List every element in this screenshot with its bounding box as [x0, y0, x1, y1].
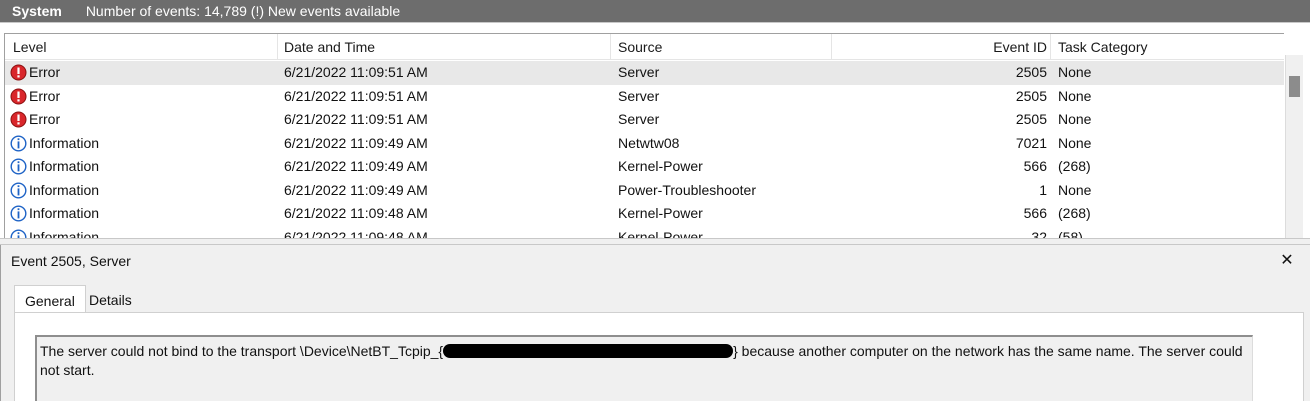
- column-header-event-id[interactable]: Event ID: [835, 34, 1047, 60]
- cell-task-category: None: [1058, 87, 1092, 104]
- event-row[interactable]: Error 6/21/2022 11:09:51 AM Server 2505 None: [5, 85, 1284, 109]
- event-row[interactable]: Information 6/21/2022 11:09:49 AM Kernel-P…: [5, 155, 1284, 179]
- general-tab-panel: The server could not bind to the transpo…: [14, 312, 1304, 401]
- event-row[interactable]: Error 6/21/2022 11:09:51 AM Server 2505 None: [5, 108, 1284, 132]
- cell-datetime: 6/21/2022 11:09:51 AM: [284, 87, 428, 104]
- cell-level: Information: [5, 132, 277, 156]
- log-name: System: [12, 3, 62, 19]
- cell-level: Information: [5, 155, 277, 179]
- log-titlebar: System Number of events: 14,789 (!) New …: [0, 0, 1310, 22]
- information-icon: [10, 205, 27, 222]
- pane-splitter[interactable]: [0, 238, 1310, 245]
- event-description-box[interactable]: The server could not bind to the transpo…: [35, 335, 1253, 401]
- cell-source: Server: [618, 87, 660, 104]
- close-icon[interactable]: ✕: [1277, 250, 1297, 270]
- tab-details[interactable]: Details: [79, 287, 142, 313]
- cell-datetime: 6/21/2022 11:09:48 AM: [284, 205, 428, 221]
- cell-level: Error: [5, 108, 277, 132]
- column-separator[interactable]: [610, 34, 611, 60]
- column-separator[interactable]: [1050, 34, 1051, 60]
- event-detail-pane: Event 2505, Server ✕ General Details The…: [0, 245, 1310, 401]
- information-icon: [10, 229, 27, 238]
- event-list-scrollbar[interactable]: [1285, 55, 1303, 238]
- cell-datetime: 6/21/2022 11:09:49 AM: [284, 134, 428, 151]
- cell-level: Information: [5, 179, 277, 203]
- event-row[interactable]: Information 6/21/2022 11:09:49 AM Power-Tr…: [5, 179, 1284, 203]
- event-row[interactable]: Error 6/21/2022 11:09:51 AM Server 2505 None: [5, 61, 1284, 85]
- cell-source: Kernel-Power: [618, 228, 703, 239]
- event-description: The server could not bind to the transpo…: [40, 342, 1245, 380]
- cell-level: Error: [5, 61, 277, 85]
- level-text: Information: [29, 134, 100, 151]
- cell-event-id: 1: [1039, 181, 1047, 198]
- column-header-source[interactable]: Source: [618, 34, 662, 60]
- scrollbar-thumb[interactable]: [1289, 76, 1300, 97]
- event-list-pane: Level Date and Time Source Event ID Task…: [0, 22, 1310, 238]
- column-separator[interactable]: [831, 34, 832, 60]
- cell-source: Power-Troubleshooter: [618, 181, 756, 198]
- event-detail-title: Event 2505, Server: [11, 253, 131, 269]
- information-icon: [10, 181, 27, 199]
- column-header-datetime[interactable]: Date and Time: [284, 34, 375, 60]
- cell-task-category: None: [1058, 181, 1092, 198]
- error-icon: [10, 111, 27, 128]
- cell-source: Kernel-Power: [618, 205, 703, 221]
- cell-source: Kernel-Power: [618, 158, 703, 174]
- tab-general[interactable]: General: [14, 285, 86, 313]
- error-icon: [10, 88, 27, 104]
- event-row[interactable]: Information 6/21/2022 11:09:49 AM Netwtw08…: [5, 132, 1284, 156]
- event-list-header: Level Date and Time Source Event ID Task…: [5, 34, 1284, 60]
- level-text: Error: [29, 87, 61, 104]
- redaction-mark: [443, 344, 734, 358]
- cell-event-id: 7021: [1015, 134, 1047, 151]
- cell-level: Information: [5, 226, 277, 239]
- event-row[interactable]: Information 6/21/2022 11:09:48 AM Kernel-P…: [5, 202, 1284, 226]
- information-icon: [10, 134, 27, 152]
- cell-event-id: 2505: [1015, 64, 1047, 80]
- level-text: Information: [29, 228, 100, 239]
- level-text: Error: [29, 111, 61, 127]
- cell-task-category: (268): [1058, 205, 1091, 221]
- cell-task-category: (268): [1058, 158, 1091, 174]
- cell-source: Server: [618, 64, 660, 80]
- event-row[interactable]: Information 6/21/2022 11:09:48 AM Kernel-P…: [5, 226, 1284, 239]
- cell-datetime: 6/21/2022 11:09:48 AM: [284, 228, 428, 239]
- event-count-status: Number of events: 14,789 (!) New events …: [85, 3, 401, 19]
- level-text: Information: [29, 158, 100, 174]
- cell-event-id: 566: [1023, 205, 1047, 221]
- event-list[interactable]: Level Date and Time Source Event ID Task…: [4, 33, 1284, 238]
- error-icon: [10, 64, 27, 81]
- cell-datetime: 6/21/2022 11:09:51 AM: [284, 111, 428, 127]
- level-text: Error: [29, 64, 61, 80]
- cell-event-id: 2505: [1015, 111, 1047, 127]
- level-text: Information: [29, 181, 100, 198]
- cell-level: Information: [5, 202, 277, 226]
- cell-source: Server: [618, 111, 660, 127]
- column-separator[interactable]: [277, 34, 278, 60]
- level-text: Information: [29, 205, 100, 221]
- cell-datetime: 6/21/2022 11:09:49 AM: [284, 158, 428, 174]
- cell-task-category: None: [1058, 134, 1092, 151]
- cell-event-id: 566: [1023, 158, 1047, 174]
- information-icon: [10, 158, 27, 175]
- cell-event-id: 32: [1031, 228, 1047, 239]
- column-header-task-category[interactable]: Task Category: [1058, 34, 1147, 60]
- cell-datetime: 6/21/2022 11:09:49 AM: [284, 181, 428, 198]
- cell-event-id: 2505: [1015, 87, 1047, 104]
- column-header-level[interactable]: Level: [13, 34, 46, 60]
- description-text-before: The server could not bind to the transpo…: [40, 343, 444, 359]
- cell-level: Error: [5, 85, 277, 109]
- cell-task-category: (58): [1058, 228, 1083, 239]
- cell-task-category: None: [1058, 111, 1092, 127]
- cell-task-category: None: [1058, 64, 1092, 80]
- cell-source: Netwtw08: [618, 134, 680, 151]
- cell-datetime: 6/21/2022 11:09:51 AM: [284, 64, 428, 80]
